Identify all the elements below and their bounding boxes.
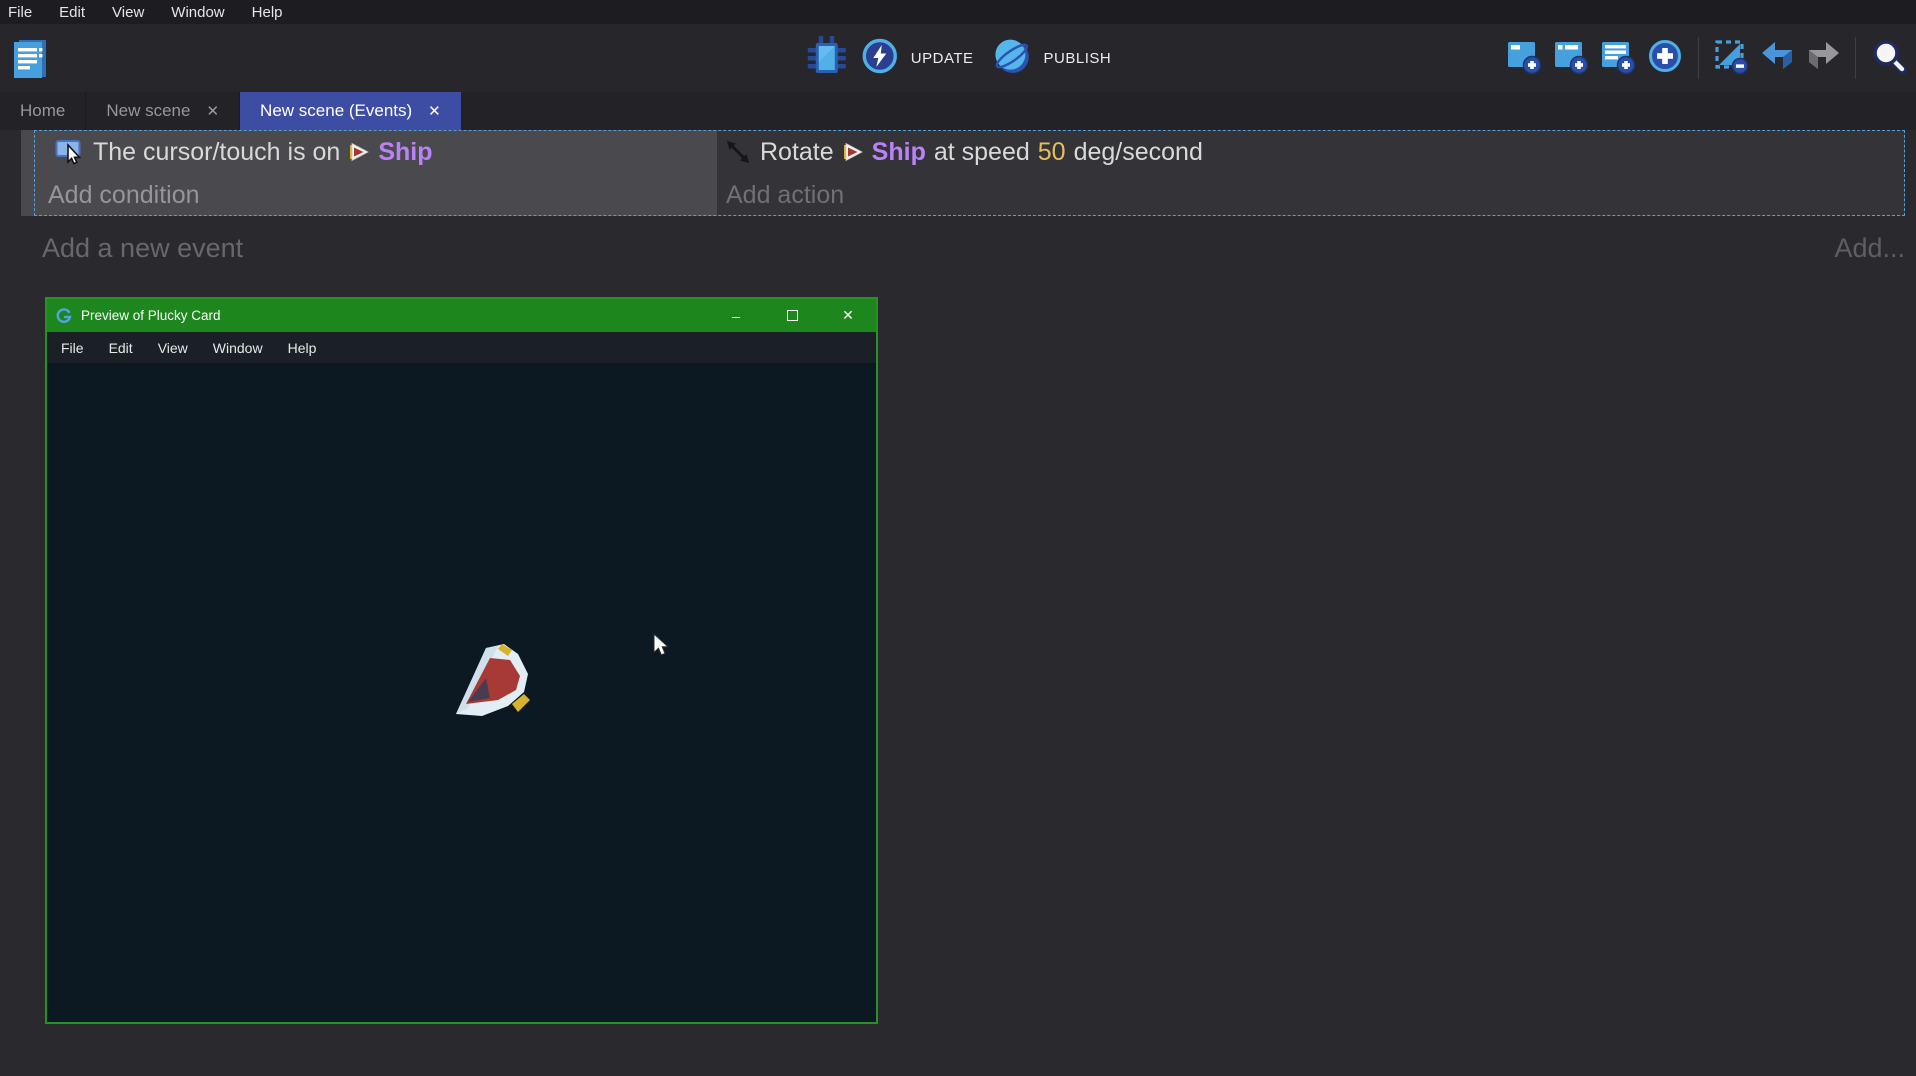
close-tab-icon[interactable]: ✕ — [206, 102, 219, 120]
condition-object-name: Ship — [378, 138, 432, 167]
add-event-icon — [1505, 37, 1543, 80]
ship-sprite — [452, 636, 544, 733]
publish-globe-icon — [992, 36, 1032, 81]
update-button[interactable] — [861, 37, 899, 80]
close-button[interactable]: ✕ — [820, 299, 876, 332]
add-more-button[interactable]: Add... — [1834, 233, 1905, 264]
publish-label[interactable]: PUBLISH — [1044, 50, 1112, 67]
tab-label: Home — [20, 101, 65, 121]
search-icon — [1870, 37, 1908, 80]
tab-home[interactable]: Home — [0, 92, 86, 130]
events-footer: Add a new event Add... — [42, 230, 1905, 266]
game-canvas[interactable] — [47, 363, 876, 1020]
maximize-button[interactable] — [764, 299, 820, 332]
tab-new-scene[interactable]: New scene ✕ — [86, 92, 240, 130]
cursor-on-object-icon — [55, 138, 85, 166]
minimize-button[interactable]: – — [708, 299, 764, 332]
app-menubar: File Edit View Window Help — [0, 0, 1916, 24]
menu-help[interactable]: Help — [252, 4, 283, 21]
update-label[interactable]: UPDATE — [911, 50, 974, 67]
bug-icon — [805, 34, 849, 83]
preview-menu-edit[interactable]: Edit — [109, 340, 133, 356]
lightning-icon — [861, 37, 899, 80]
project-manager-icon — [11, 38, 49, 85]
menu-file[interactable]: File — [8, 4, 32, 21]
add-comment-icon — [1599, 37, 1637, 80]
delete-selection-button[interactable] — [1713, 37, 1751, 80]
debug-button[interactable] — [805, 34, 849, 83]
add-event-button[interactable] — [1505, 37, 1543, 80]
toolbar-separator — [1855, 37, 1856, 79]
tab-label: New scene (Events) — [260, 101, 412, 121]
mouse-cursor-icon — [652, 633, 670, 664]
add-comment-button[interactable] — [1599, 37, 1637, 80]
preview-window: Preview of Plucky Card – ✕ File Edit Vie… — [45, 297, 878, 1024]
preview-menu-help[interactable]: Help — [288, 340, 317, 356]
action-suffix: deg/second — [1074, 138, 1203, 167]
publish-button[interactable] — [992, 36, 1032, 81]
add-circle-icon — [1646, 37, 1684, 80]
condition-text: The cursor/touch is on — [93, 138, 340, 167]
menu-view[interactable]: View — [112, 4, 144, 21]
action-item[interactable]: Rotate Ship at speed 50 deg/second — [717, 130, 1905, 174]
menu-window[interactable]: Window — [171, 4, 224, 21]
undo-icon — [1760, 40, 1796, 77]
action-object-name: Ship — [872, 138, 926, 167]
tab-new-scene-events[interactable]: New scene (Events) ✕ — [240, 92, 461, 130]
add-action-label: Add action — [726, 181, 844, 210]
add-subevent-button[interactable] — [1552, 37, 1590, 80]
gdevelop-logo-icon — [56, 308, 72, 324]
preview-window-title: Preview of Plucky Card — [81, 308, 221, 323]
action-verb: Rotate — [760, 138, 834, 167]
main-toolbar: UPDATE PUBLISH — [0, 24, 1916, 92]
redo-button[interactable] — [1805, 40, 1841, 77]
add-action-button[interactable]: Add action — [717, 174, 1905, 216]
editor-tabbar: Home New scene ✕ New scene (Events) ✕ — [0, 92, 1916, 130]
actions-column[interactable]: Rotate Ship at speed 50 deg/second Add a… — [717, 130, 1905, 216]
rotate-arrows-icon — [724, 138, 752, 166]
preview-menu-window[interactable]: Window — [213, 340, 263, 356]
undo-button[interactable] — [1760, 40, 1796, 77]
conditions-column[interactable]: The cursor/touch is on Ship Add conditio… — [21, 130, 717, 216]
tab-label: New scene — [106, 101, 190, 121]
preview-menu-file[interactable]: File — [61, 340, 84, 356]
event-row[interactable]: The cursor/touch is on Ship Add conditio… — [21, 130, 1905, 216]
action-value: 50 — [1038, 138, 1066, 167]
condition-item[interactable]: The cursor/touch is on Ship — [21, 130, 717, 174]
ship-object-icon — [842, 141, 864, 163]
choose-add-button[interactable] — [1646, 37, 1684, 80]
preview-menu-view[interactable]: View — [158, 340, 188, 356]
action-text: at speed — [934, 138, 1030, 167]
menu-edit[interactable]: Edit — [59, 4, 85, 21]
project-manager-button[interactable] — [11, 38, 49, 85]
add-condition-label: Add condition — [48, 181, 200, 210]
toolbar-separator — [1698, 37, 1699, 79]
add-condition-button[interactable]: Add condition — [21, 174, 717, 216]
preview-titlebar[interactable]: Preview of Plucky Card – ✕ — [47, 299, 876, 332]
search-events-button[interactable] — [1870, 37, 1908, 80]
preview-menubar: File Edit View Window Help — [47, 332, 876, 363]
close-tab-icon[interactable]: ✕ — [428, 102, 441, 120]
add-new-event-button[interactable]: Add a new event — [42, 233, 243, 264]
maximize-icon — [787, 310, 798, 321]
redo-icon — [1805, 40, 1841, 77]
add-subevent-icon — [1552, 37, 1590, 80]
remove-selection-icon — [1713, 37, 1751, 80]
ship-object-icon — [348, 141, 370, 163]
